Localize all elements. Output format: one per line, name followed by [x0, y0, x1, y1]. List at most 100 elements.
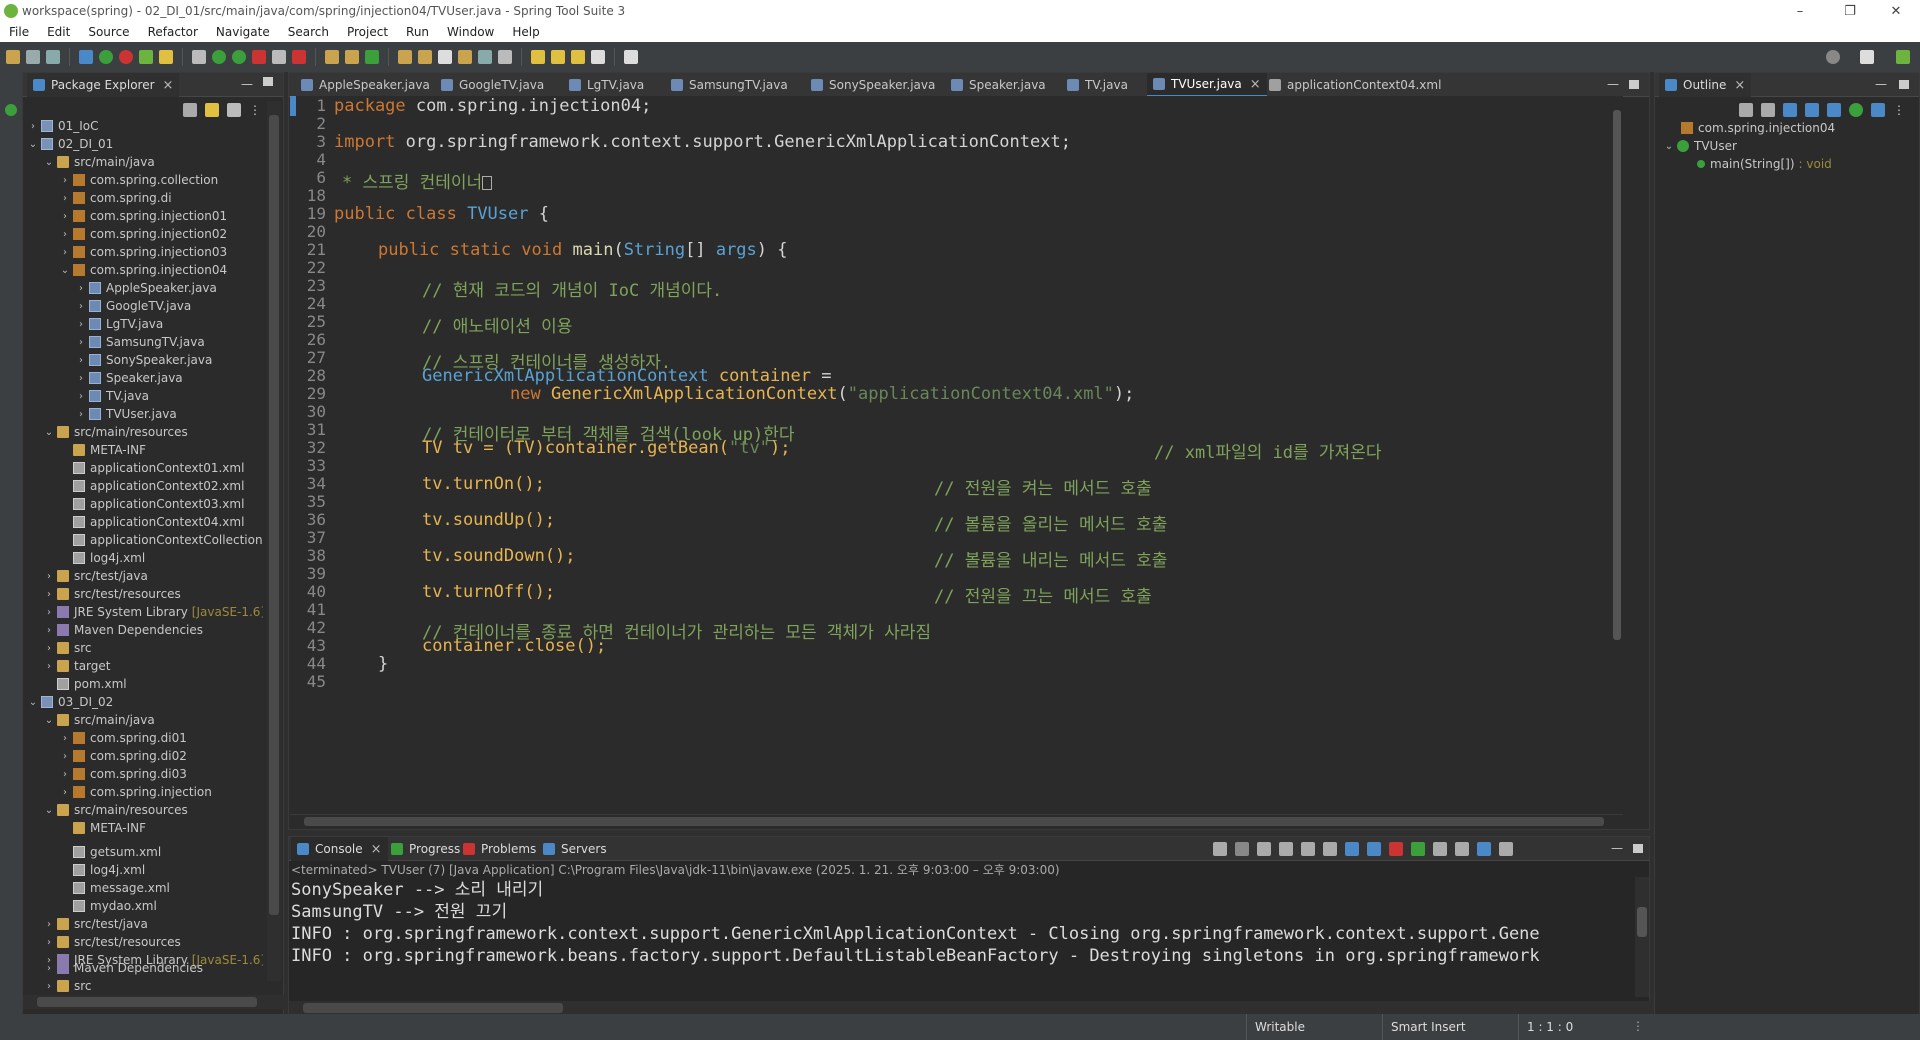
terminate-icon[interactable] [1235, 842, 1249, 856]
tree-item[interactable]: › src [43, 977, 92, 995]
console-vscroll[interactable] [1635, 877, 1649, 997]
tree-item[interactable]: › 01_IoC [27, 117, 99, 135]
menu-project[interactable]: Project [338, 22, 397, 42]
menu-navigate[interactable]: Navigate [207, 22, 279, 42]
tree-item[interactable]: › Speaker.java [75, 369, 183, 387]
open-type-icon[interactable] [79, 50, 93, 64]
tree-item[interactable]: › com.spring.di02 [59, 747, 187, 765]
tree-item[interactable]: › com.spring.di01 [59, 729, 187, 747]
hide-nonpublic-icon[interactable] [1827, 103, 1841, 117]
sort-icon[interactable] [1761, 103, 1775, 117]
menu-window[interactable]: Window [438, 22, 503, 42]
code-editor[interactable]: 1 package com.spring.injection04; 2 3 im… [290, 96, 1623, 814]
tab-console[interactable]: Console × [291, 837, 388, 861]
search-tool-icon[interactable] [438, 50, 452, 64]
hide-local-types-icon[interactable] [1849, 103, 1863, 117]
tree-item[interactable]: › Maven Dependencies [43, 621, 203, 639]
tree-item[interactable]: applicationContext02.xml [59, 477, 244, 495]
tree-item[interactable]: ⌄ src/main/java [43, 711, 155, 729]
tab-tv[interactable]: TV.java [1061, 73, 1134, 97]
maximize-editor-icon[interactable] [1629, 80, 1639, 89]
restore-view-icon[interactable] [5, 104, 17, 116]
breakpoint-icon[interactable] [192, 50, 206, 64]
stop-server-icon[interactable] [119, 50, 133, 64]
spring-icon[interactable] [139, 50, 153, 64]
link-editor-icon[interactable] [1871, 103, 1885, 117]
external-tools-icon[interactable] [252, 50, 266, 64]
tree-item[interactable]: › SamsungTV.java [75, 333, 205, 351]
tree-item[interactable]: applicationContext04.xml [59, 513, 244, 531]
save-icon[interactable] [26, 50, 40, 64]
clear-console-icon[interactable] [1301, 842, 1315, 856]
pin-console-icon[interactable] [1411, 842, 1425, 856]
word-wrap-icon[interactable] [1345, 842, 1359, 856]
tree-item[interactable]: mydao.xml [59, 897, 157, 915]
tree-item[interactable]: ⌄ src/main/java [43, 153, 155, 171]
tree-item[interactable]: META-INF [59, 441, 146, 459]
tree-item[interactable]: › com.spring.injection [59, 783, 212, 801]
maximize-view-icon[interactable] [1633, 844, 1643, 853]
tab-problems[interactable]: Problems [457, 837, 542, 861]
minimize-button[interactable]: – [1780, 0, 1820, 22]
open-perspective-icon[interactable] [1860, 50, 1874, 64]
run-icon[interactable] [232, 50, 246, 64]
tab-servers[interactable]: Servers [537, 837, 613, 861]
open-console-icon[interactable] [1455, 842, 1469, 856]
display-console-icon[interactable] [1433, 842, 1447, 856]
pin-icon[interactable] [498, 50, 512, 64]
menu-help[interactable]: Help [503, 22, 548, 42]
tab-googletv[interactable]: GoogleTV.java [435, 73, 550, 97]
remove-launch-icon[interactable] [1257, 842, 1271, 856]
close-icon[interactable]: × [1734, 78, 1745, 93]
status-menu-icon[interactable]: ⋮ [1632, 1019, 1644, 1033]
tree-item[interactable]: › TVUser.java [75, 405, 177, 423]
menu-search[interactable]: Search [279, 22, 338, 42]
editor-hscroll[interactable] [290, 814, 1623, 828]
tab-applicationcontext04[interactable]: applicationContext04.xml [1263, 73, 1447, 97]
tree-item[interactable]: › AppleSpeaker.java [75, 279, 217, 297]
menu-refactor[interactable]: Refactor [139, 22, 207, 42]
gear-icon[interactable] [1499, 842, 1513, 856]
close-icon[interactable]: × [371, 842, 382, 857]
outline-package[interactable]: com.spring.injection04 [1681, 119, 1835, 137]
hide-static-icon[interactable] [1805, 103, 1819, 117]
tree-item[interactable]: ⌄ src/main/resources [43, 423, 188, 441]
tree-item[interactable]: › com.spring.injection03 [59, 243, 227, 261]
tab-samsungtv[interactable]: SamsungTV.java [665, 73, 794, 97]
tree-item[interactable]: log4j.xml [59, 549, 145, 567]
tree-item[interactable]: log4j.xml [59, 861, 145, 879]
close-icon[interactable]: × [163, 78, 174, 93]
terminal-icon[interactable] [624, 50, 638, 64]
collapse-all-icon[interactable] [183, 103, 197, 117]
open-folder-icon[interactable] [398, 50, 412, 64]
tree-item[interactable]: › com.spring.injection02 [59, 225, 227, 243]
scroll-lock-icon[interactable] [1323, 842, 1337, 856]
menu-run[interactable]: Run [397, 22, 438, 42]
maximize-view-icon[interactable] [1899, 80, 1909, 89]
show-stderr-icon[interactable] [1389, 842, 1403, 856]
forward-icon[interactable] [591, 50, 605, 64]
console-settings-icon[interactable] [1477, 842, 1491, 856]
new-class-icon[interactable] [365, 50, 379, 64]
minimize-view-icon[interactable]: — [1875, 77, 1887, 91]
tree-item[interactable]: ⌄ 02_DI_01 [27, 135, 114, 153]
close-icon[interactable]: × [1250, 77, 1261, 92]
hide-fields-icon[interactable] [1783, 103, 1797, 117]
menu-edit[interactable]: Edit [38, 22, 79, 42]
tree-item[interactable]: ⌄ com.spring.injection04 [59, 261, 227, 279]
tab-outline[interactable]: Outline × [1659, 73, 1752, 97]
tree-item[interactable]: ⌄ src/main/resources [43, 801, 188, 819]
tree-item[interactable]: applicationContext03.xml [59, 495, 244, 513]
minimize-view-icon[interactable]: — [1611, 841, 1623, 855]
tree-item[interactable]: pom.xml [43, 675, 127, 693]
spring-perspective-icon[interactable] [1896, 50, 1910, 64]
tab-tvuser[interactable]: TVUser.java × [1147, 73, 1267, 97]
toggle-mark-icon[interactable] [159, 50, 173, 64]
restore-button[interactable]: ❐ [1830, 0, 1870, 22]
start-server-icon[interactable] [99, 50, 113, 64]
collapse-all-icon[interactable] [1739, 103, 1753, 117]
tree-item[interactable]: › target [43, 657, 111, 675]
tree-item[interactable]: › TV.java [75, 387, 149, 405]
maximize-view-icon[interactable] [263, 77, 273, 86]
menu-source[interactable]: Source [79, 22, 138, 42]
